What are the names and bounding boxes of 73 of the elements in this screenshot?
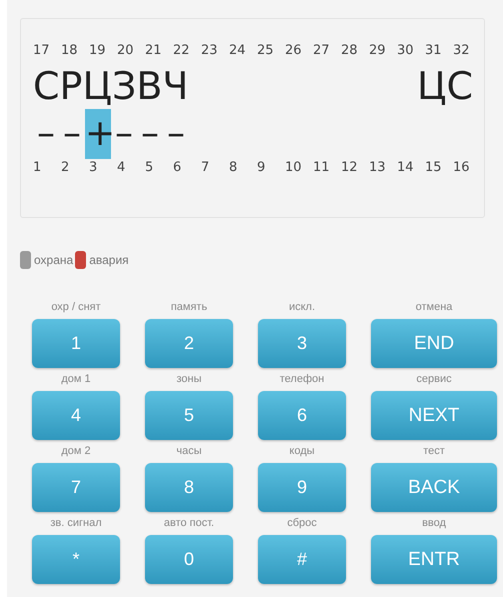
position-number: 24 <box>229 43 247 58</box>
keypad-button[interactable]: * <box>32 535 120 584</box>
key-caption: отмена <box>414 300 454 314</box>
key-caption: ввод <box>421 516 447 530</box>
keypad-button[interactable]: 2 <box>145 319 233 368</box>
position-number: 15 <box>425 160 443 175</box>
key-caption: сервис <box>415 372 453 386</box>
position-number: 12 <box>341 160 359 175</box>
keypad-button[interactable]: 4 <box>32 391 120 440</box>
position-number: 10 <box>285 160 303 175</box>
position-number: 32 <box>453 43 471 58</box>
key-caption: авто пост. <box>162 516 216 530</box>
display-character: – <box>114 112 134 156</box>
position-number: 22 <box>173 43 191 58</box>
position-number: 26 <box>285 43 303 58</box>
keypad-button[interactable]: NEXT <box>371 391 497 440</box>
key-caption: дом 1 <box>60 372 92 386</box>
position-number: 31 <box>425 43 443 58</box>
position-number: 3 <box>89 160 98 175</box>
position-number: 16 <box>453 160 471 175</box>
display-character: – <box>62 112 82 156</box>
keypad-button[interactable]: ENTR <box>371 535 497 584</box>
key-caption: сброс <box>286 516 318 530</box>
position-number: 20 <box>117 43 135 58</box>
display-text: ЦС <box>416 64 473 108</box>
key-caption: дом 2 <box>60 444 92 458</box>
position-number: 7 <box>201 160 210 175</box>
position-number: 29 <box>369 43 387 58</box>
position-number: 19 <box>89 43 107 58</box>
keypad-button[interactable]: END <box>371 319 497 368</box>
position-number: 4 <box>117 160 126 175</box>
keypad-button[interactable]: 9 <box>258 463 346 512</box>
position-number: 25 <box>257 43 275 58</box>
position-number: 23 <box>201 43 219 58</box>
display-character: – <box>166 112 186 156</box>
display-character: – <box>36 112 56 156</box>
position-number: 28 <box>341 43 359 58</box>
position-number: 21 <box>145 43 163 58</box>
position-number: 14 <box>397 160 415 175</box>
position-number: 30 <box>397 43 415 58</box>
position-number: 5 <box>145 160 154 175</box>
legend-label: авария <box>89 253 129 267</box>
key-caption: часы <box>175 444 203 458</box>
position-number: 27 <box>313 43 331 58</box>
position-number: 17 <box>33 43 51 58</box>
keypad-button[interactable]: 7 <box>32 463 120 512</box>
keypad-button[interactable]: 5 <box>145 391 233 440</box>
position-number: 11 <box>313 160 331 175</box>
position-number: 1 <box>33 160 42 175</box>
position-number: 9 <box>257 160 266 175</box>
keypad-button[interactable]: # <box>258 535 346 584</box>
position-number: 18 <box>61 43 79 58</box>
key-caption: охр / снят <box>50 300 102 314</box>
keypad-button[interactable]: 3 <box>258 319 346 368</box>
keypad-button[interactable]: BACK <box>371 463 497 512</box>
position-number: 6 <box>173 160 182 175</box>
keypad-button[interactable]: 8 <box>145 463 233 512</box>
legend-label: охрана <box>34 253 74 267</box>
key-caption: телефон <box>278 372 326 386</box>
keypad-button[interactable]: 1 <box>32 319 120 368</box>
display-character: – <box>140 112 160 156</box>
position-number: 2 <box>61 160 70 175</box>
position-number: 8 <box>229 160 238 175</box>
key-caption: зв. сигнал <box>49 516 103 530</box>
key-caption: коды <box>288 444 316 458</box>
keypad-button[interactable]: 0 <box>145 535 233 584</box>
display-text: СРЦЗВЧ <box>33 64 188 108</box>
key-caption: память <box>170 300 208 314</box>
key-caption: зоны <box>175 372 203 386</box>
keypad-button[interactable]: 6 <box>258 391 346 440</box>
position-number: 13 <box>369 160 387 175</box>
key-caption: тест <box>422 444 446 458</box>
key-caption: искл. <box>288 300 316 314</box>
